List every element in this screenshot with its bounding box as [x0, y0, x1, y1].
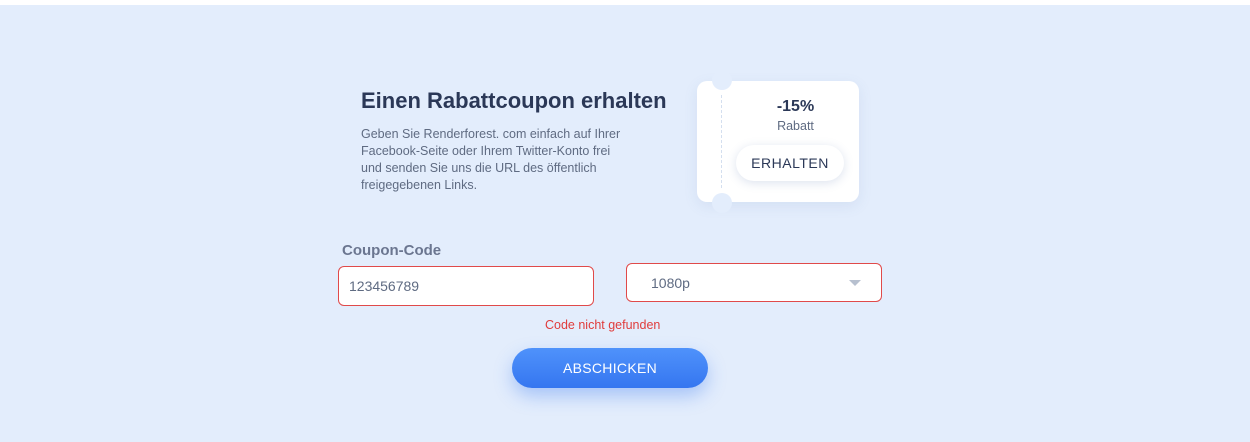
resolution-selected-value: 1080p	[651, 275, 690, 291]
resolution-select[interactable]: 1080p	[626, 263, 882, 302]
chevron-down-icon	[849, 280, 861, 286]
section-description: Geben Sie Renderforest. com einfach auf …	[361, 127, 621, 192]
error-message: Code nicht gefunden	[545, 318, 661, 332]
discount-percent: -15%	[776, 98, 815, 115]
coupon-code-label: Coupon-Code	[342, 242, 442, 259]
get-coupon-button[interactable]: ERHALTEN	[736, 145, 844, 181]
submit-button[interactable]: ABSCHICKEN	[512, 348, 708, 388]
coupon-code-input[interactable]	[338, 266, 594, 306]
discount-label: Rabatt	[777, 119, 814, 133]
discount-coupon-card: -15% Rabatt ERHALTEN	[697, 70, 859, 213]
top-bar	[0, 0, 1250, 5]
ticket-notch-bottom	[712, 193, 732, 213]
section-title: Einen Rabattcoupon erhalten	[361, 88, 667, 113]
ticket-perforation	[721, 95, 722, 188]
ticket-notch-top	[712, 70, 732, 90]
